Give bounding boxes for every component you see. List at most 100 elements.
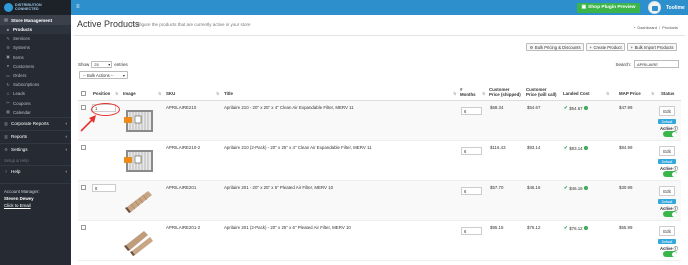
sidebar-section-reports[interactable]: ▥ Reports ‹ [0,129,71,143]
info-icon[interactable]: i [584,146,589,150]
active-toggle[interactable] [663,211,677,217]
landed-cost-value: $76.12 [569,225,583,231]
show-label: Show [78,62,90,67]
price-will-call-cell: $93.14 [527,145,541,150]
col-customer-price-shipped[interactable]: Customer Price (shipped) [489,87,521,97]
landed-cost-cell: ✔ $76.12 i [564,225,589,231]
title-cell: Aprilaire 210 (2-Pack) - 20" x 25" x 4" … [224,145,372,150]
sidebar-section-settings[interactable]: ⚙ Settings ‹ [0,142,71,156]
bulk-pricing-button[interactable]: ⚙ Bulk Pricing & Discounts [526,43,585,51]
sidebar-item-label: Leads [13,91,25,97]
sort-icon[interactable]: ⇅ [115,91,118,96]
sidebar-item-subscriptions[interactable]: ↻ Subscriptions [0,80,71,89]
sku-cell: APRILAIRE201 [166,185,197,190]
sidebar-store-management[interactable]: ▤ Store Management [0,15,71,25]
sidebar-item-systems[interactable]: ⚙ Systems [0,43,71,52]
sidebar-item-orders[interactable]: ▭ Orders [0,71,71,80]
sidebar-item-items[interactable]: ▣ Items [0,53,71,62]
sort-icon[interactable]: ⇅ [453,91,456,96]
col-customer-price-will-call[interactable]: Customer Price (will call) [526,87,557,97]
wrench-icon: ✎ [6,35,10,41]
map-price-cell: $47.99 [619,105,633,110]
landed-cost-cell: ✔ $54.67 i [564,105,589,111]
bulk-actions-value: -- Bulk Actions -- [83,72,114,78]
sidebar-item-services[interactable]: ✎ Services [0,34,71,43]
sku-cell: APRILAIRE210-2 [166,145,201,150]
create-product-button[interactable]: + Create Product [586,43,626,51]
entries-select[interactable]: 25 ▾ [91,61,113,68]
default-badge: Default [658,119,676,124]
edit-button[interactable]: Edit [659,106,675,116]
edit-button[interactable]: Edit [659,226,675,236]
col-title[interactable]: Title [224,91,233,96]
col-months[interactable]: # Months [460,87,476,97]
landed-cost-cell: ✔ $46.16 i [564,185,589,191]
select-all-checkbox[interactable] [81,91,86,96]
active-toggle[interactable] [663,171,677,177]
col-status[interactable]: Status [661,91,674,96]
table-row: 1 APRILAIRE210 Aprilaire 210 - 20" x 25"… [78,101,681,141]
logo[interactable]: DISTRIBUTION CONNECTED [0,0,71,15]
sidebar-item-calendar[interactable]: ▦ Calendar [0,108,71,117]
row-checkbox[interactable] [81,145,86,150]
shop-plugin-preview-button[interactable]: ▣ Shop Plugin Preview [577,2,640,13]
search-box: Search: APRILAIRE [615,60,679,68]
sidebar-item-label: Products [13,27,33,33]
sidebar-item-products[interactable]: ■ Products [0,25,71,35]
bulk-actions-select[interactable]: -- Bulk Actions -- ▾ [79,71,128,79]
col-image[interactable]: Image [123,91,136,96]
active-toggle[interactable] [663,251,677,257]
sort-icon[interactable]: ⇅ [606,91,609,96]
menu-toggle-icon[interactable]: ≡ [76,4,80,10]
breadcrumb-dashboard[interactable]: Dashboard [637,25,657,30]
chart-icon: ▥ [4,133,8,139]
months-input[interactable]: 6 [461,227,482,235]
active-toggle[interactable] [663,131,677,137]
chevron-left-icon: ‹ [65,169,67,175]
sort-icon[interactable]: ⇅ [158,91,161,96]
info-icon[interactable]: i [584,226,589,230]
breadcrumb: ◔ Dashboard / Products [633,25,678,30]
sort-icon[interactable]: ⇅ [216,91,219,96]
price-will-call-cell: $46.16 [527,185,541,190]
months-input[interactable]: 6 [461,187,482,195]
user-name[interactable]: Toolime [666,5,685,11]
col-landed-cost[interactable]: Landed Cost [563,91,590,96]
chevron-left-icon: ‹ [65,147,67,153]
edit-button[interactable]: Edit [659,186,675,196]
avatar[interactable] [648,1,661,14]
edit-button[interactable]: Edit [659,146,675,156]
sidebar-item-customers[interactable]: ● Customers [0,62,71,71]
row-checkbox[interactable] [81,225,86,230]
row-checkbox[interactable] [81,185,86,190]
product-image [124,110,153,132]
dashboard-icon: ◔ [633,25,636,30]
sort-icon[interactable]: ⇅ [482,91,485,96]
position-input[interactable]: 8 [92,184,116,192]
col-position[interactable]: Position [93,91,110,96]
users-icon: ● [6,63,10,69]
gear-icon: ⚙ [529,44,534,50]
click-to-email-link[interactable]: Click to Email [4,202,67,209]
product-image [125,191,152,213]
bulk-import-button[interactable]: + Bulk Import Products [627,43,677,51]
months-input[interactable]: 6 [461,107,482,115]
row-checkbox[interactable] [81,105,86,110]
col-sku[interactable]: SKU [166,91,175,96]
sidebar-item-coupons[interactable]: ✂ Coupons [0,99,71,108]
sort-icon[interactable]: ⇅ [651,91,654,96]
sidebar-section-help[interactable]: ? Help ‹ [0,164,71,178]
info-icon[interactable]: i [584,106,589,110]
sidebar-section-label: Settings [11,147,28,153]
breadcrumb-products: Products [662,25,678,30]
col-customer-price-line2: Price (shipped) [489,92,521,97]
check-icon: ✔ [564,105,568,110]
search-label: Search: [615,61,631,67]
months-input[interactable]: 6 [461,147,482,155]
account-manager-label: Account Manager: [4,188,40,194]
info-icon[interactable]: i [584,186,589,190]
search-input[interactable]: APRILAIRE [634,60,679,68]
sidebar-item-leads[interactable]: ☺ Leads [0,89,71,98]
sidebar-section-corporate-reports[interactable]: ▥ Corporate Reports ‹ [0,116,71,130]
col-map-price[interactable]: MAP Price [619,91,641,96]
